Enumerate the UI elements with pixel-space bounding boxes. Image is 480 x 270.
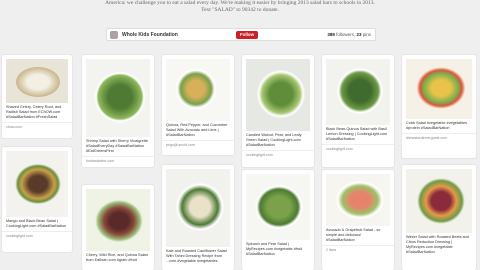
pin-card[interactable]: Cherry, Wild Rice, and Quinoa Salad from… (82, 185, 154, 270)
pin-card[interactable]: Winter Salad with Roasted Beets and Citr… (402, 165, 476, 270)
pin-card[interactable]: Mango and Black Bean Salad | CookingLigh… (2, 147, 72, 252)
pin-source[interactable]: cookinglight.com (322, 144, 394, 153)
pin-card[interactable]: Black Bean-Quinoa Salad with Basil Lemon… (322, 55, 394, 167)
pin-source[interactable]: chow.com (2, 122, 72, 131)
pin-card[interactable]: Kale and Roasted Cauliflower Salad With … (162, 165, 234, 270)
pin-caption: Cherry, Wild Rice, and Quinoa Salad from… (86, 253, 148, 262)
pin-caption: Mango and Black Bean Salad | CookingLigh… (6, 219, 67, 228)
pin-caption: Winter Salad with Roasted Beets and Citr… (406, 235, 469, 254)
pin-caption: Candied Walnut, Pear, and Leafy Green Sa… (246, 133, 302, 147)
board-owner-name[interactable]: Whole Kids Foundation (122, 32, 178, 38)
pin-caption: Spinach and Pear Salad | MyRecipes.com #… (246, 242, 303, 256)
pin-image[interactable] (86, 189, 150, 251)
pin-image[interactable] (326, 174, 390, 226)
pin-image[interactable] (246, 59, 310, 131)
pin-caption: Black Bean-Quinoa Salad with Basil Lemon… (326, 127, 388, 141)
pin-card[interactable]: Quinoa, Red Pepper, and Cucumber Salad W… (162, 55, 234, 155)
followers-count[interactable]: 389 (327, 32, 335, 37)
pin-image[interactable] (246, 174, 310, 240)
pins-count[interactable]: 23 (356, 32, 361, 37)
pin-card[interactable]: Shaved Celery, Celery Root, and Radish S… (2, 55, 72, 138)
pin-source: 2 likes (322, 245, 394, 254)
pin-card[interactable]: Spinach and Pear Salad | MyRecipes.com #… (242, 170, 314, 270)
pin-image[interactable] (6, 151, 68, 217)
pin-caption: Kale and Roasted Cauliflower Salad With … (166, 249, 227, 263)
pin-image[interactable] (166, 59, 230, 121)
pin-source[interactable]: dishesfordinnerguest.com (402, 133, 476, 142)
pin-card[interactable]: Shrimp Salad with Sherry Vinaigrette #Sa… (82, 55, 154, 167)
followers-label: followers, (336, 32, 356, 37)
pin-image[interactable] (406, 59, 472, 119)
board-header-bar: Whole Kids Foundation Follow 389 followe… (106, 28, 376, 41)
pin-caption: Quinoa, Red Pepper, and Cucumber Salad W… (166, 123, 228, 137)
pin-source[interactable]: foodandwine.com (82, 156, 154, 165)
pin-caption: Avocado & Grapefruit Salad - so simple a… (326, 228, 381, 242)
pin-source[interactable]: cookinglight.com (242, 150, 314, 159)
pin-image[interactable] (6, 59, 68, 103)
pin-caption: Cobb Salad #vegetable #vegetables #prote… (406, 121, 468, 130)
pin-image[interactable] (86, 59, 150, 137)
avatar[interactable] (110, 31, 118, 39)
pin-image[interactable] (166, 169, 230, 247)
pin-caption: Shaved Celery, Celery Root, and Radish S… (6, 105, 62, 119)
pin-card[interactable]: Avocado & Grapefruit Salad - so simple a… (322, 170, 394, 270)
pin-card[interactable]: Cobb Salad #vegetable #vegetables #prote… (402, 55, 476, 158)
board-description-line-2: Text "SALAD" to 90342 to donate. (201, 7, 279, 13)
board-description: America: we challenge you to eat a salad… (0, 0, 480, 14)
pin-image[interactable] (406, 169, 472, 233)
board-stats: 389 followers, 23 pins (327, 32, 371, 37)
pin-source[interactable]: cookinglight.com (2, 231, 72, 240)
pin-source[interactable]: prigs@umvfd.com (162, 140, 234, 149)
pins-label: pins (362, 32, 371, 37)
pin-image[interactable] (326, 59, 390, 125)
pin-card[interactable]: Candied Walnut, Pear, and Leafy Green Sa… (242, 55, 314, 167)
pin-caption: Shrimp Salad with Sherry Vinaigrette #Sa… (86, 139, 148, 153)
follow-button[interactable]: Follow (236, 31, 258, 39)
board-description-line-1: America: we challenge you to eat a salad… (105, 0, 375, 6)
